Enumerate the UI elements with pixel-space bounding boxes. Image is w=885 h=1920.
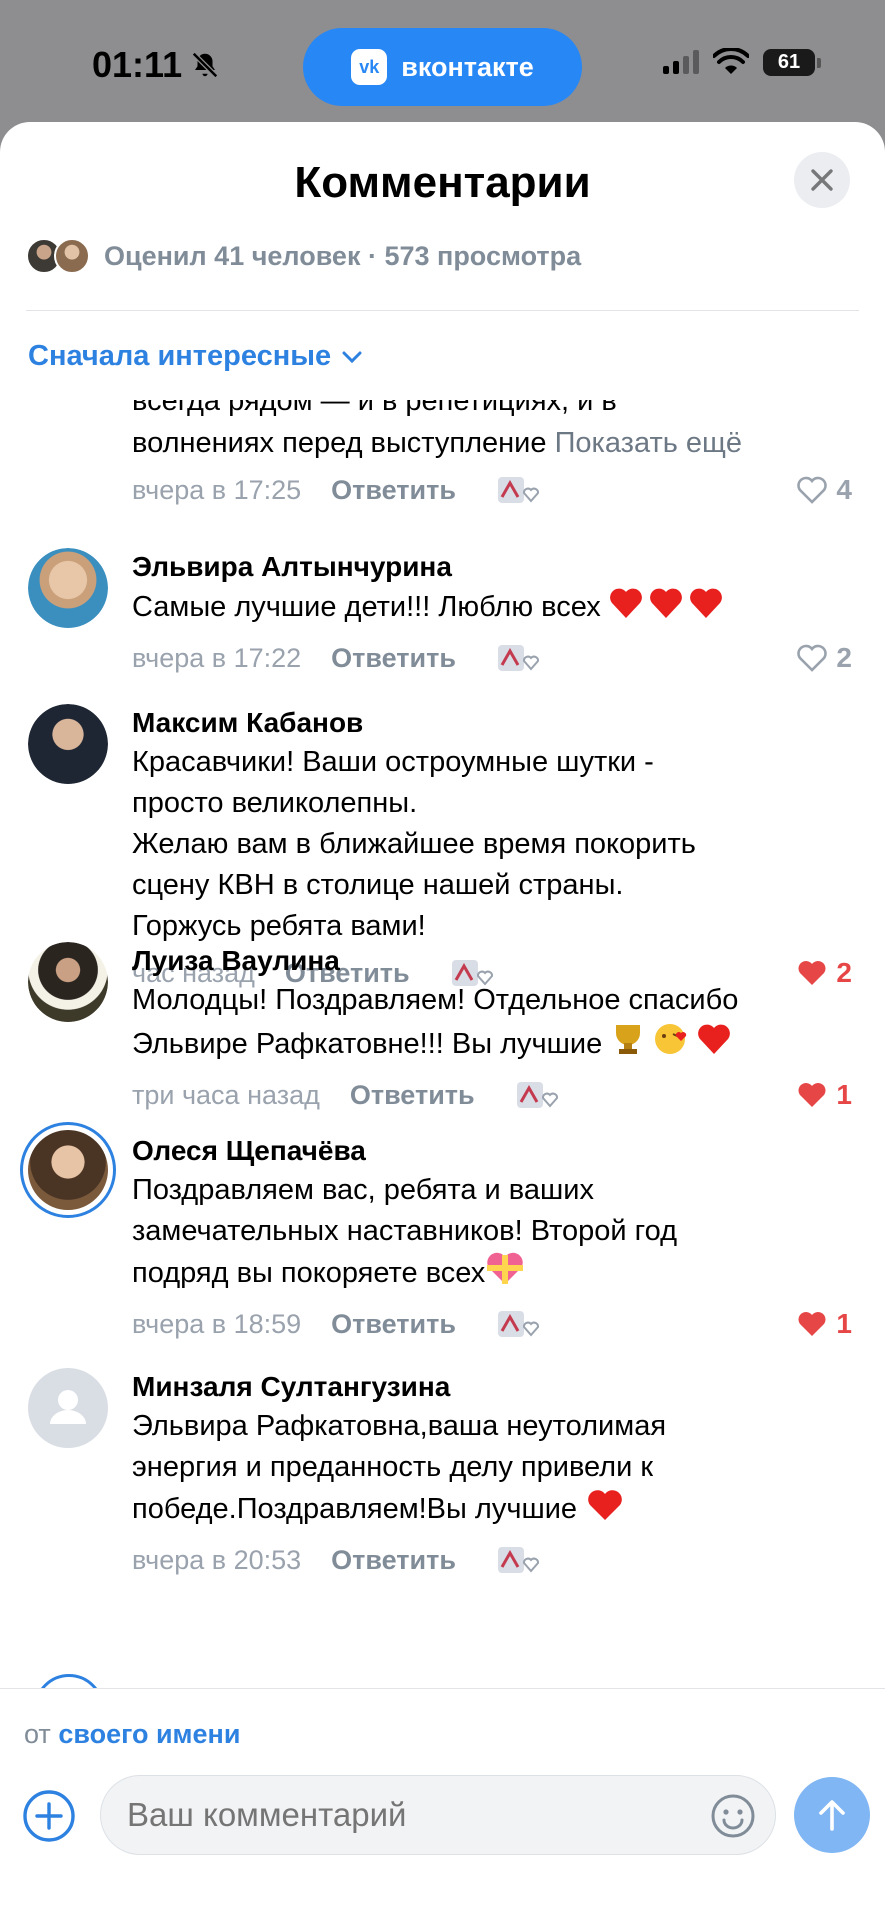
sort-dropdown[interactable]: Сначала интересные: [28, 340, 363, 373]
reaction-add-icon[interactable]: [496, 475, 542, 505]
sheet-title: Комментарии: [294, 158, 591, 207]
reply-button[interactable]: Ответить: [331, 1545, 456, 1576]
vk-logo-icon: vk: [351, 49, 388, 85]
comments-list: всегда рядом — и в репетициях, и в волне…: [0, 390, 885, 1688]
avatar[interactable]: [28, 548, 108, 628]
bell-muted-icon: [192, 51, 219, 79]
heart-filled-icon: [798, 1312, 826, 1336]
emoji-smile-icon[interactable]: [710, 1793, 756, 1839]
wifi-icon: [713, 48, 749, 74]
like-button[interactable]: 4: [796, 469, 852, 511]
like-button[interactable]: 1: [796, 1308, 852, 1340]
post-stats[interactable]: Оценил 41 человек · 573 просмотра: [26, 238, 581, 274]
comment-input[interactable]: [100, 1775, 776, 1855]
battery-icon: 61: [763, 48, 821, 76]
like-button[interactable]: 2: [796, 642, 852, 674]
reaction-add-icon[interactable]: [496, 643, 542, 673]
heart-outline-icon: [797, 476, 828, 504]
author-name[interactable]: Минзаля Султангузина: [132, 1368, 852, 1406]
author-name[interactable]: Максим Кабанов: [132, 704, 852, 742]
status-time: 01:11: [92, 44, 220, 86]
trophy-kiss-heart-emoji-icon: [610, 1021, 734, 1069]
author-name[interactable]: Олеся Щепачёва: [132, 1132, 852, 1170]
heart-filled-icon: [798, 1083, 826, 1107]
divider: [26, 310, 859, 311]
next-avatar: [34, 1674, 104, 1688]
comment-time: вчера в 17:25: [132, 475, 302, 505]
author-selector[interactable]: от своего имени: [24, 1719, 240, 1750]
time-text: 01:11: [92, 44, 183, 85]
author-name[interactable]: Эльвира Алтынчурина: [132, 548, 852, 586]
add-attachment-icon[interactable]: [22, 1789, 76, 1843]
chevron-down-icon: [342, 351, 362, 363]
like-count: 1: [836, 1308, 852, 1339]
like-count: 4: [836, 474, 852, 505]
avatar[interactable]: [28, 704, 108, 784]
status-bar: 01:11 vk вконтакте 61: [0, 0, 885, 118]
send-button[interactable]: [794, 1777, 870, 1853]
partial-text-cut: всегда рядом — и в репетициях, и в: [132, 400, 617, 417]
partial-text: волнениях перед выступление: [132, 427, 547, 459]
liker-avatars: [26, 238, 90, 274]
reaction-add-icon[interactable]: [496, 1309, 542, 1339]
heart-emoji-icon: [585, 1488, 625, 1534]
from-prefix: от: [24, 1719, 51, 1749]
comment-time: вчера в 20:53: [132, 1544, 302, 1575]
reaction-add-icon[interactable]: [496, 1545, 542, 1575]
heart-emoji-icon: [609, 586, 729, 632]
from-link[interactable]: своего имени: [58, 1719, 240, 1749]
partial-comment: всегда рядом — и в репетициях, и в волне…: [132, 400, 852, 510]
comment-text: Красавчики! Ваши остроумные шутки - прос…: [132, 746, 696, 942]
heart-ribbon-emoji-icon: [485, 1252, 525, 1298]
reply-button[interactable]: Ответить: [331, 643, 456, 674]
heart-outline-icon: [797, 644, 828, 672]
stats-text: Оценил 41 человек · 573 просмотра: [104, 240, 582, 271]
sort-label: Сначала интересные: [28, 340, 332, 372]
comment-text: Поздравляем вас, ребята и ваших замечате…: [132, 1174, 678, 1289]
reply-button[interactable]: Ответить: [350, 1080, 475, 1111]
like-button[interactable]: 1: [796, 1079, 852, 1111]
comment-time: вчера в 17:22: [132, 642, 302, 673]
like-count: 2: [836, 642, 852, 673]
arrow-up-icon: [819, 1800, 845, 1831]
reaction-add-icon[interactable]: [515, 1080, 561, 1110]
show-more-link[interactable]: Показать ещё: [555, 427, 742, 459]
close-button[interactable]: [794, 152, 850, 208]
vk-app-pill[interactable]: vk вконтакте: [303, 28, 582, 106]
vk-pill-label: вконтакте: [401, 51, 534, 82]
comment-time: вчера в 18:59: [132, 1308, 302, 1339]
comment-composer: от своего имени: [0, 1688, 885, 1920]
like-count: 1: [836, 1079, 852, 1110]
comment-time: три часа назад: [132, 1079, 320, 1110]
comments-sheet: Комментарии Оценил 41 человек · 573 прос…: [0, 122, 885, 1920]
status-indicators: 61: [663, 48, 821, 76]
reply-button[interactable]: Ответить: [331, 469, 456, 511]
avatar-placeholder[interactable]: [28, 1368, 108, 1448]
cellular-signal-icon: [663, 50, 699, 74]
close-icon: [811, 169, 833, 191]
avatar[interactable]: [28, 942, 108, 1022]
comment-text: Самые лучшие дети!!! Люблю всех: [132, 591, 601, 623]
default-user-icon: [50, 1390, 86, 1424]
avatar[interactable]: [20, 1122, 116, 1218]
reply-button[interactable]: Ответить: [331, 1309, 456, 1340]
author-name[interactable]: Луиза Ваулина: [132, 942, 852, 980]
